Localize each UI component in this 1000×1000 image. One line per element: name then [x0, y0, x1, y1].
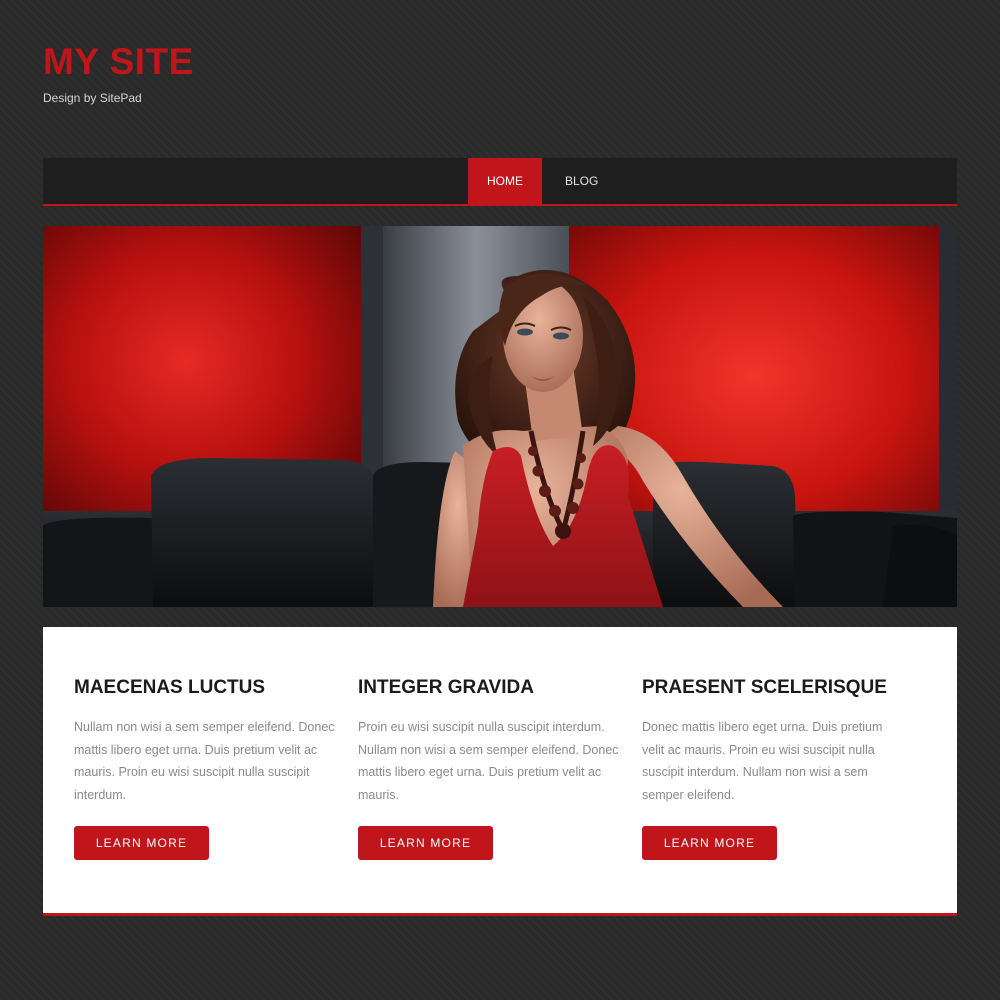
nav-menu: HOME BLOG — [468, 158, 621, 204]
feature-column: PRAESENT SCELERISQUE Donec mattis libero… — [642, 676, 904, 860]
nav-item-blog[interactable]: BLOG — [542, 158, 621, 204]
feature-heading: INTEGER GRAVIDA — [358, 677, 534, 698]
feature-heading: MAECENAS LUCTUS — [74, 677, 266, 698]
learn-more-button[interactable]: LEARN MORE — [74, 826, 209, 860]
nav-item-home[interactable]: HOME — [468, 158, 542, 204]
site-tagline: Design by SitePad — [43, 91, 142, 105]
learn-more-button[interactable]: LEARN MORE — [358, 826, 493, 860]
learn-more-button[interactable]: LEARN MORE — [642, 826, 777, 860]
feature-text: Proin eu wisi suscipit nulla suscipit in… — [358, 720, 619, 802]
feature-text: Donec mattis libero eget urna. Duis pret… — [642, 720, 883, 802]
feature-heading: PRAESENT SCELERISQUE — [642, 677, 887, 698]
feature-text: Nullam non wisi a sem semper eleifend. D… — [74, 720, 335, 802]
features-section: MAECENAS LUCTUS Nullam non wisi a sem se… — [43, 627, 957, 916]
feature-column: INTEGER GRAVIDA Proin eu wisi suscipit n… — [358, 676, 620, 860]
main-navbar: HOME BLOG — [43, 158, 957, 206]
site-title[interactable]: MY SITE — [43, 40, 194, 84]
hero-image — [43, 226, 957, 607]
feature-column: MAECENAS LUCTUS Nullam non wisi a sem se… — [74, 676, 336, 860]
